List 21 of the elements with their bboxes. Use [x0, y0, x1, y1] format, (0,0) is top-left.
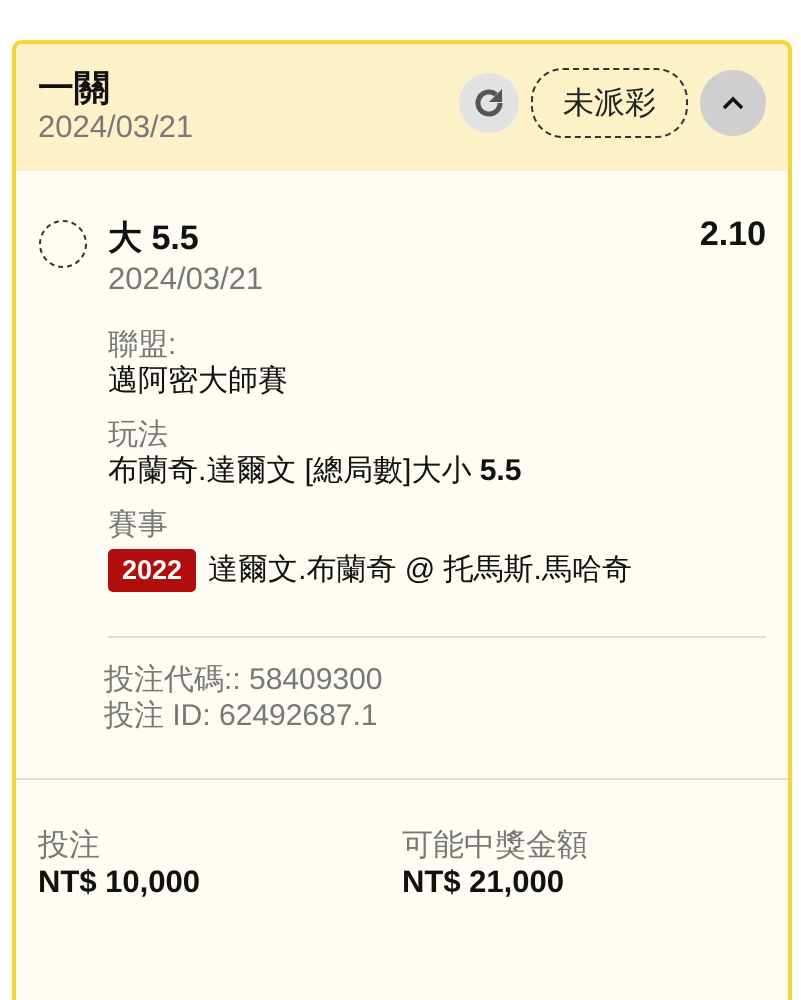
- total-amount: NT$ 10,000: [38, 862, 201, 900]
- bet-code: 投注 ID: 62492687.1: [104, 698, 379, 734]
- total-amount: NT$ 21,000: [402, 862, 565, 900]
- selection-name: 大 5.5: [108, 218, 199, 259]
- status-badge: 未派彩: [531, 68, 688, 138]
- odds-value: 2.10: [700, 214, 766, 255]
- detail-label: 賽事: [108, 506, 169, 543]
- detail-value: 布蘭奇.達爾文 [總局數]大小 5.5: [108, 452, 522, 489]
- year-badge: 2022: [108, 548, 196, 592]
- bet-type-title: 一關: [38, 68, 111, 108]
- total-label: 投注: [38, 826, 101, 863]
- selection-date: 2024/03/21: [108, 260, 264, 297]
- bet-date: 2024/03/21: [38, 108, 194, 145]
- detail-label: 聯盟:: [108, 326, 178, 363]
- radio-icon: [38, 218, 88, 269]
- detail-value: 達爾文.布蘭奇 @ 托馬斯.馬哈奇: [208, 552, 632, 588]
- bet-code: 投注代碼:: 58409300: [104, 662, 384, 698]
- caret-icon: [721, 95, 745, 111]
- total-label: 可能中獎金額: [402, 826, 589, 863]
- detail-value: 邁阿密大師賽: [108, 362, 289, 399]
- detail-label: 玩法: [108, 416, 169, 453]
